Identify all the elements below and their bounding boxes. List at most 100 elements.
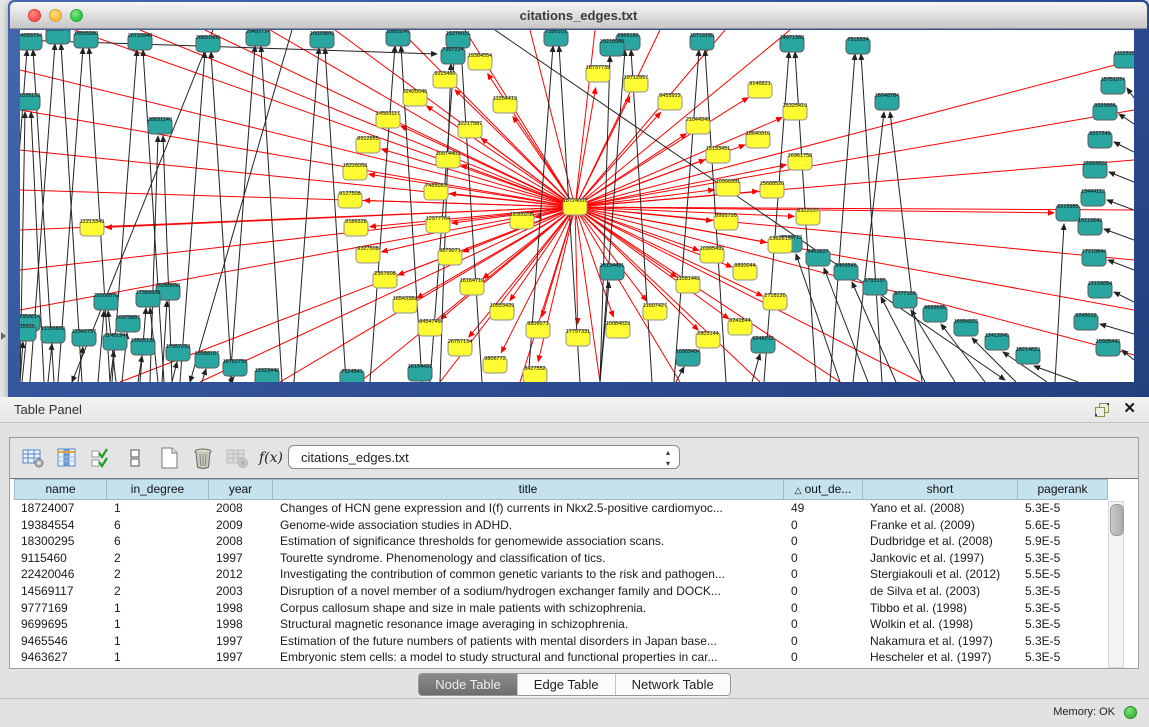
- table-cell[interactable]: 0: [784, 649, 863, 666]
- network-canvas[interactable]: 1405572421331276195653802073394020891406…: [20, 30, 1134, 382]
- network-node[interactable]: 8912955: [356, 136, 380, 153]
- table-cell[interactable]: 0: [784, 550, 863, 567]
- network-node[interactable]: 2367608: [373, 271, 397, 288]
- table-cell[interactable]: Hescheler et al. (1997): [863, 649, 1018, 666]
- table-cell[interactable]: 0: [784, 517, 863, 534]
- table-cell[interactable]: 2009: [209, 517, 273, 534]
- function-builder-button[interactable]: f(x): [256, 445, 286, 471]
- table-cell[interactable]: Stergiakouli et al. (2012): [863, 566, 1018, 583]
- network-node[interactable]: 21331276: [46, 30, 70, 44]
- network-node[interactable]: 7357224: [441, 47, 465, 64]
- close-panel-icon[interactable]: ✕: [1123, 400, 1136, 418]
- network-node[interactable]: 18300295: [510, 212, 534, 229]
- table-cell[interactable]: Corpus callosum shape and size in male p…: [273, 600, 784, 617]
- network-node[interactable]: 7485083: [424, 183, 448, 200]
- column-header-in_degree[interactable]: in_degree: [107, 479, 209, 500]
- network-node[interactable]: 11254419: [493, 96, 517, 113]
- panel-collapse-arrow-icon[interactable]: [1, 332, 6, 340]
- table-cell[interactable]: Tibbo et al. (1998): [863, 600, 1018, 617]
- table-cell[interactable]: 2003: [209, 583, 273, 600]
- network-node[interactable]: 15276021: [446, 31, 470, 48]
- table-cell[interactable]: 5.3E-5: [1018, 600, 1108, 617]
- table-cell[interactable]: Wolkin et al. (1998): [863, 616, 1018, 633]
- network-node[interactable]: 9699695: [923, 305, 947, 322]
- network-node[interactable]: 22420046: [403, 89, 427, 106]
- network-node[interactable]: 9242844: [728, 318, 752, 335]
- network-node[interactable]: 16958107: [195, 351, 219, 368]
- network-node[interactable]: 8427552: [523, 366, 547, 382]
- network-node[interactable]: 8322037: [796, 208, 820, 225]
- network-node[interactable]: 19712957: [624, 75, 648, 92]
- table-cell[interactable]: 1997: [209, 550, 273, 567]
- table-cell[interactable]: Disruption of a novel member of a sodium…: [273, 583, 784, 600]
- network-node[interactable]: 16154431: [408, 364, 432, 381]
- table-cell[interactable]: 2: [107, 583, 209, 600]
- network-node[interactable]: 16033809: [310, 31, 334, 48]
- network-node[interactable]: 10084023: [606, 321, 630, 338]
- table-cell[interactable]: 5.3E-5: [1018, 633, 1108, 650]
- column-header-name[interactable]: name: [14, 479, 107, 500]
- table-cell[interactable]: 0: [784, 566, 863, 583]
- network-node[interactable]: 15688520: [760, 181, 784, 198]
- network-node[interactable]: 2718120: [763, 293, 787, 310]
- network-node[interactable]: 9245012: [1074, 313, 1098, 330]
- table-cell[interactable]: 2008: [209, 500, 273, 517]
- table-row[interactable]: 1938455462009Genome-wide association stu…: [14, 517, 1138, 534]
- scrollbar-thumb[interactable]: [1110, 504, 1124, 536]
- table-cell[interactable]: 9699695: [14, 616, 107, 633]
- table-row[interactable]: 977716911998Corpus callosum shape and si…: [14, 600, 1138, 617]
- table-cell[interactable]: Genome-wide association studies in ADHD.: [273, 517, 784, 534]
- network-node[interactable]: 12213349: [80, 219, 104, 236]
- table-vertical-scrollbar[interactable]: [1108, 501, 1124, 668]
- network-node[interactable]: 10653247: [386, 30, 410, 46]
- table-select-dropdown[interactable]: citations_edges.txt ▴▾: [288, 445, 680, 469]
- table-cell[interactable]: 0: [784, 583, 863, 600]
- network-node[interactable]: 20631140: [148, 117, 172, 134]
- table-cell[interactable]: 2008: [209, 533, 273, 550]
- network-node[interactable]: 8454749: [418, 319, 442, 336]
- table-cell[interactable]: 1997: [209, 633, 273, 650]
- create-table-button[interactable]: [154, 445, 184, 471]
- table-cell[interactable]: 2: [107, 550, 209, 567]
- table-cell[interactable]: 0: [784, 600, 863, 617]
- select-mode-button[interactable]: [86, 445, 116, 471]
- table-cell[interactable]: Structural magnetic resonance image aver…: [273, 616, 784, 633]
- table-cell[interactable]: 0: [784, 633, 863, 650]
- table-cell[interactable]: Embryonic stem cells: a model to study s…: [273, 649, 784, 666]
- network-node[interactable]: 12977764: [426, 216, 450, 233]
- network-node[interactable]: 1145194: [103, 333, 127, 350]
- network-node[interactable]: 14055724: [20, 33, 42, 50]
- network-node[interactable]: 16543382: [393, 296, 417, 313]
- table-cell[interactable]: 6: [107, 517, 209, 534]
- column-header-title[interactable]: title: [273, 479, 784, 500]
- table-row[interactable]: 2242004622012Investigating the contribut…: [14, 566, 1138, 583]
- network-node[interactable]: 12103054: [1088, 281, 1112, 298]
- column-header-year[interactable]: year: [209, 479, 273, 500]
- network-node[interactable]: 11156869: [41, 326, 65, 343]
- show-columns-button[interactable]: [52, 445, 82, 471]
- table-cell[interactable]: 5.5E-5: [1018, 566, 1108, 583]
- network-node[interactable]: 20491714: [246, 30, 270, 46]
- table-cell[interactable]: 19384554: [14, 517, 107, 534]
- table-cell[interactable]: 1998: [209, 600, 273, 617]
- table-row[interactable]: 946362711997Embryonic stem cells: a mode…: [14, 649, 1138, 666]
- network-node[interactable]: 10995492: [700, 246, 724, 263]
- network-node[interactable]: 9465546: [834, 263, 858, 280]
- network-node[interactable]: 9227349: [1088, 131, 1112, 148]
- network-node[interactable]: 9115460: [433, 71, 457, 88]
- table-cell[interactable]: Jankovic et al. (1997): [863, 550, 1018, 567]
- table-row[interactable]: 911546021997Tourette syndrome. Phenomeno…: [14, 550, 1138, 567]
- network-node[interactable]: 19218986: [600, 39, 624, 56]
- network-node[interactable]: 8215955: [1056, 204, 1080, 221]
- table-cell[interactable]: 1: [107, 633, 209, 650]
- network-node[interactable]: 10719155: [690, 33, 714, 50]
- new-column-button[interactable]: [18, 445, 48, 471]
- table-cell[interactable]: 9777169: [14, 600, 107, 617]
- network-node[interactable]: 14671368: [780, 35, 804, 52]
- table-cell[interactable]: 5.9E-5: [1018, 533, 1108, 550]
- table-cell[interactable]: Nakamura et al. (1997): [863, 633, 1018, 650]
- network-node[interactable]: 12342757: [72, 329, 96, 346]
- network-node[interactable]: 12412045: [985, 333, 1009, 350]
- network-node[interactable]: 16648784: [875, 93, 899, 110]
- network-node[interactable]: 17210644: [1082, 249, 1106, 266]
